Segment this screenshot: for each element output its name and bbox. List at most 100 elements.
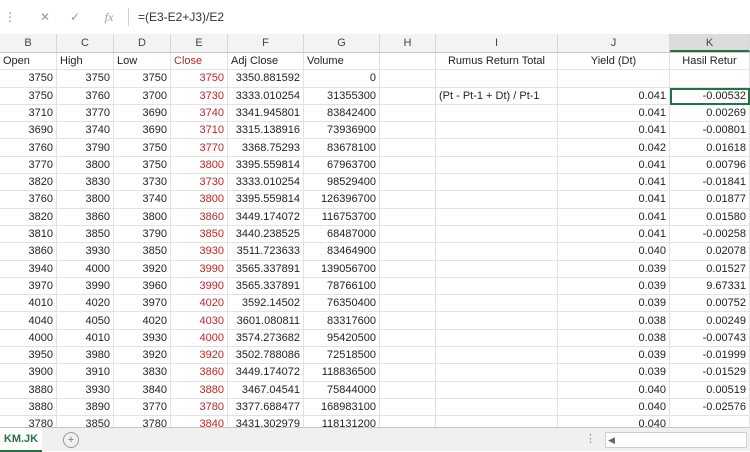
tab-split-handle-icon[interactable]: ⋮ (585, 432, 596, 445)
cell-h[interactable] (380, 347, 436, 365)
cell-e[interactable]: 3750 (171, 70, 228, 88)
cell-i[interactable] (436, 226, 558, 243)
cell-f[interactable]: 3350.881592 (228, 70, 304, 88)
cell-j[interactable]: 0.039 (558, 277, 670, 295)
cell-f[interactable]: 3377.688477 (228, 399, 304, 416)
cell-e[interactable]: 3740 (171, 104, 228, 122)
cell-h[interactable] (380, 122, 436, 140)
header-h-empty[interactable] (380, 53, 436, 70)
cell-i[interactable] (436, 399, 558, 416)
cell-d[interactable]: 3690 (114, 122, 171, 140)
cell-j[interactable]: 0.041 (558, 122, 670, 140)
cell-h[interactable] (380, 70, 436, 88)
confirm-formula-icon[interactable]: ✓ (64, 6, 86, 28)
column-header-b[interactable]: B (0, 34, 57, 52)
column-header-k[interactable]: K (670, 34, 750, 52)
cancel-formula-icon[interactable]: ✕ (34, 6, 56, 28)
cell-i[interactable] (436, 416, 558, 427)
column-header-j[interactable]: J (558, 34, 670, 52)
cell-f[interactable]: 3440.238525 (228, 226, 304, 243)
cell-h[interactable] (380, 399, 436, 416)
cell-i[interactable] (436, 381, 558, 399)
cell-i[interactable] (436, 277, 558, 295)
cell-i[interactable] (436, 364, 558, 382)
cell-j[interactable]: 0.039 (558, 295, 670, 313)
cell-d[interactable]: 3850 (114, 243, 171, 261)
cell-b[interactable]: 3810 (0, 226, 57, 243)
cell-j[interactable]: 0.040 (558, 416, 670, 427)
cell-d[interactable]: 3780 (114, 416, 171, 427)
cell-b[interactable]: 3900 (0, 364, 57, 382)
cell-e[interactable]: 3990 (171, 277, 228, 295)
cell-h[interactable] (380, 364, 436, 382)
cell-g[interactable]: 168983100 (304, 399, 380, 416)
cell-b[interactable]: 3940 (0, 260, 57, 278)
cell-d[interactable]: 3970 (114, 295, 171, 313)
cell-d[interactable]: 3750 (114, 139, 171, 157)
cell-b[interactable]: 3760 (0, 191, 57, 209)
cell-b[interactable]: 3860 (0, 243, 57, 261)
cell-j[interactable]: 0.040 (558, 381, 670, 399)
cell-d[interactable]: 3800 (114, 208, 171, 226)
cell-i[interactable] (436, 191, 558, 209)
cell-k[interactable]: 0.00269 (670, 104, 750, 122)
cell-b[interactable]: 4040 (0, 312, 57, 330)
cell-i[interactable] (436, 122, 558, 140)
header-high[interactable]: High (57, 53, 114, 70)
cell-e[interactable]: 4020 (171, 295, 228, 313)
cell-i[interactable] (436, 329, 558, 347)
cell-c[interactable]: 3800 (57, 156, 114, 174)
active-cell-k3[interactable]: -0.00532 (670, 87, 750, 105)
cell-g[interactable]: 67963700 (304, 156, 380, 174)
cell-h[interactable] (380, 191, 436, 209)
cell-j[interactable]: 0.040 (558, 399, 670, 416)
cell-h[interactable] (380, 104, 436, 122)
cell-g[interactable]: 126396700 (304, 191, 380, 209)
cell-f[interactable]: 3315.138916 (228, 122, 304, 140)
cell-j[interactable]: 0.041 (558, 174, 670, 192)
scroll-left-icon[interactable]: ◀ (608, 433, 615, 447)
cell-k[interactable]: -0.00743 (670, 329, 750, 347)
cell-b[interactable]: 3760 (0, 139, 57, 157)
cell-f[interactable]: 3333.010254 (228, 174, 304, 192)
cell-j[interactable]: 0.041 (558, 226, 670, 243)
cell-f[interactable]: 3395.559814 (228, 156, 304, 174)
cell-d[interactable]: 3740 (114, 191, 171, 209)
cell-f[interactable]: 3502.788086 (228, 347, 304, 365)
cell-h[interactable] (380, 174, 436, 192)
cell-k[interactable]: 9.67331 (670, 277, 750, 295)
cell-k[interactable]: 0.00249 (670, 312, 750, 330)
cell-d[interactable]: 3920 (114, 347, 171, 365)
cell-g[interactable]: 118836500 (304, 364, 380, 382)
cell-f[interactable]: 3574.273682 (228, 329, 304, 347)
cell-b[interactable]: 3770 (0, 156, 57, 174)
cell-e[interactable]: 3920 (171, 347, 228, 365)
column-header-h[interactable]: H (380, 34, 436, 52)
cell-h[interactable] (380, 208, 436, 226)
cell-f[interactable]: 3565.337891 (228, 260, 304, 278)
cell-h[interactable] (380, 295, 436, 313)
cell-j[interactable]: 0.039 (558, 347, 670, 365)
cell-c[interactable]: 3980 (57, 347, 114, 365)
cell-g[interactable]: 78766100 (304, 277, 380, 295)
cell-j[interactable] (558, 70, 670, 88)
cell-j[interactable]: 0.041 (558, 208, 670, 226)
cell-j[interactable]: 0.039 (558, 364, 670, 382)
cell-h[interactable] (380, 139, 436, 157)
cell-b[interactable]: 3970 (0, 277, 57, 295)
cell-d[interactable]: 3770 (114, 399, 171, 416)
cell-k[interactable]: 0.00752 (670, 295, 750, 313)
cell-g[interactable]: 76350400 (304, 295, 380, 313)
cell-g[interactable]: 139056700 (304, 260, 380, 278)
header-low[interactable]: Low (114, 53, 171, 70)
header-hasil-return[interactable]: Hasil Retur (670, 53, 750, 70)
cell-e[interactable]: 4030 (171, 312, 228, 330)
cell-j[interactable]: 0.039 (558, 260, 670, 278)
cell-c[interactable]: 3930 (57, 381, 114, 399)
cell-f[interactable]: 3333.010254 (228, 87, 304, 105)
cell-e[interactable]: 3730 (171, 87, 228, 105)
cell-h[interactable] (380, 312, 436, 330)
cell-c[interactable]: 3760 (57, 87, 114, 105)
cell-h[interactable] (380, 226, 436, 243)
cell-c[interactable]: 3850 (57, 416, 114, 427)
